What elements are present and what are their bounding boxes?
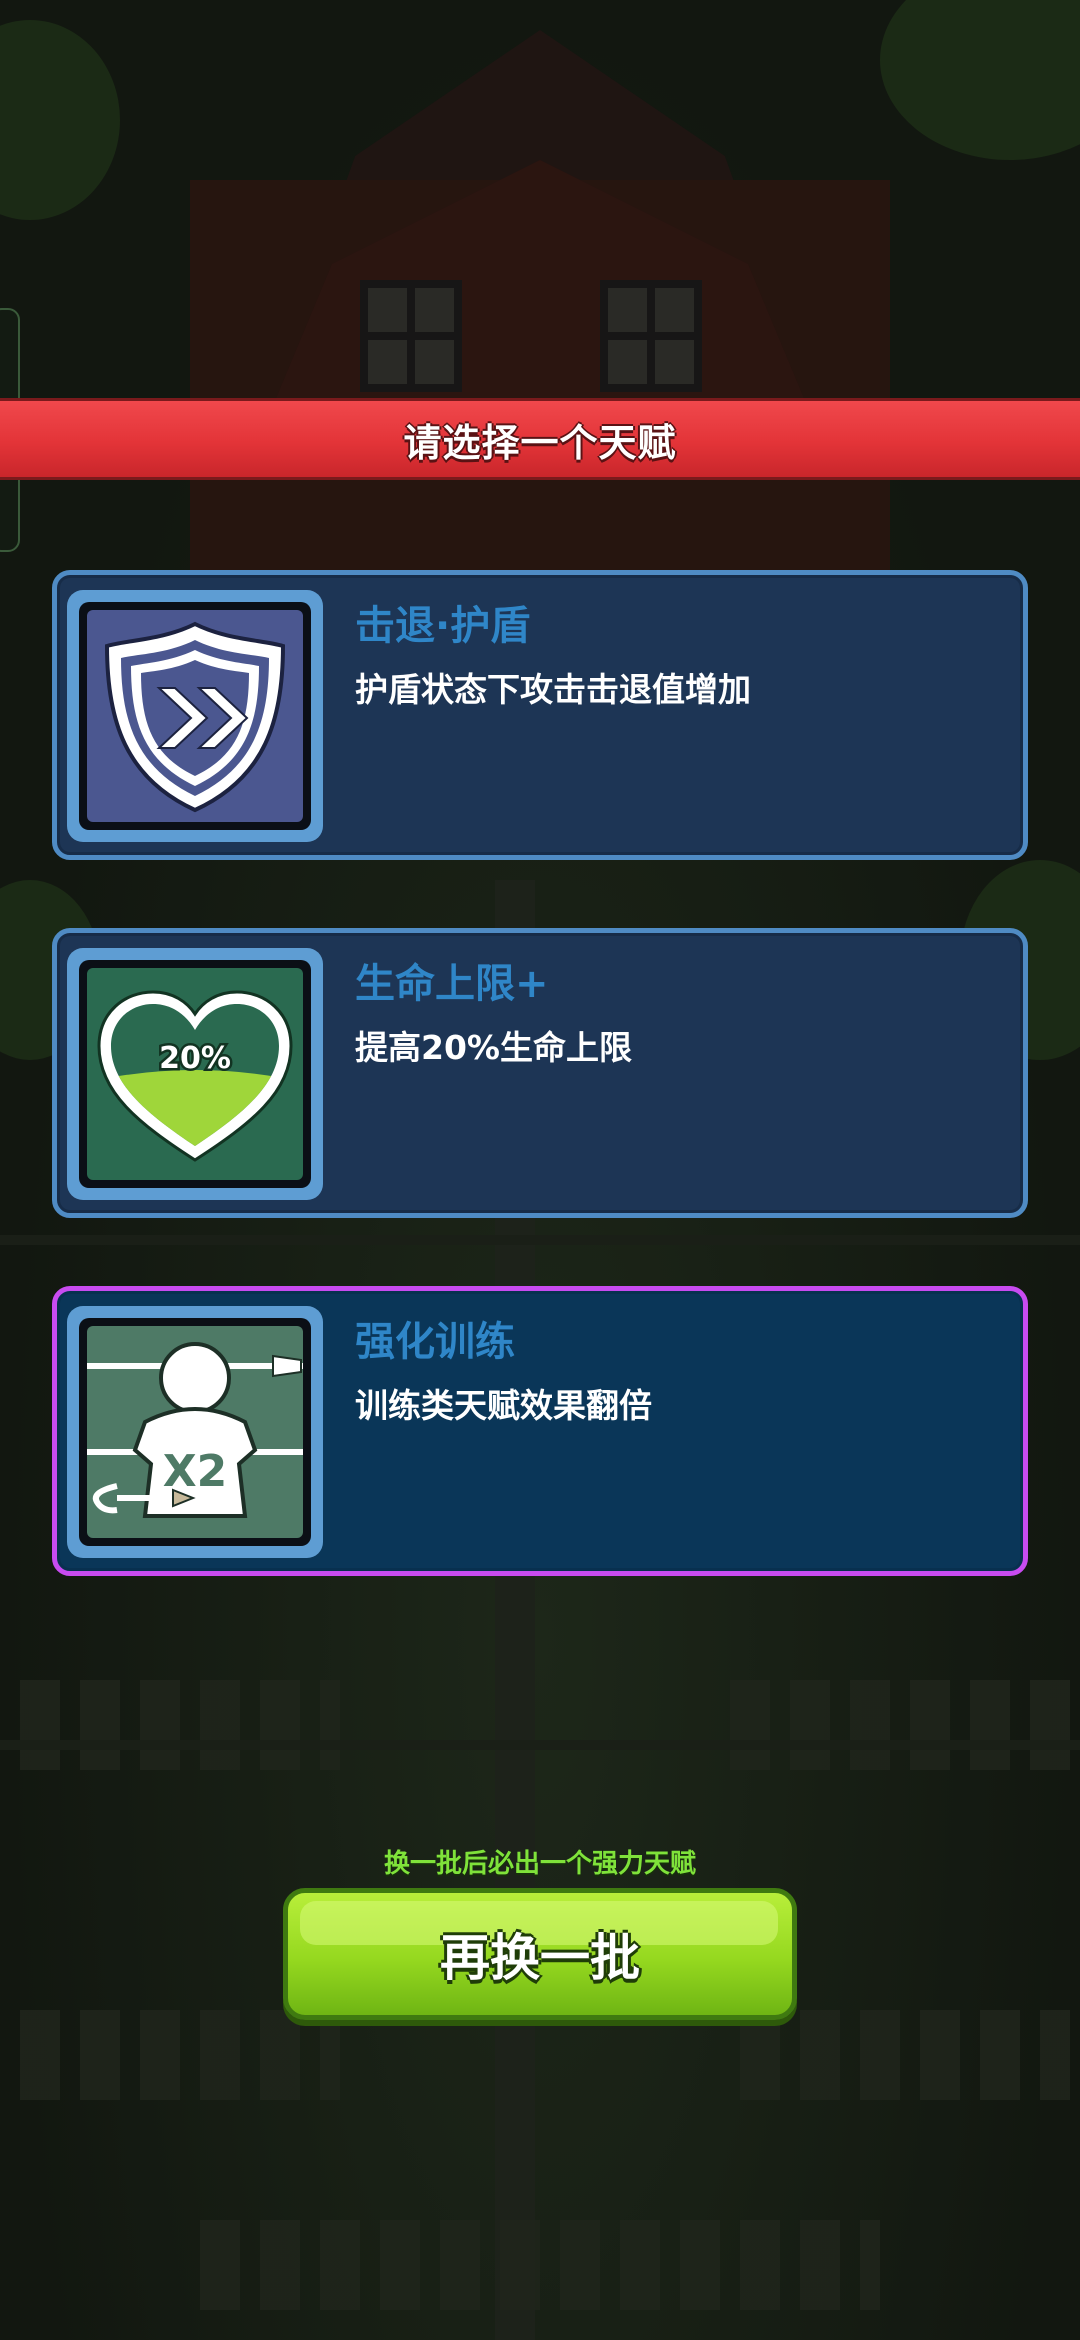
- title-banner: 请选择一个天赋: [0, 398, 1080, 480]
- background-fence: [200, 2220, 880, 2310]
- refresh-button-label: 再换一批: [440, 1929, 640, 1987]
- background-fence: [20, 1680, 340, 1770]
- heart-percent-label: 20%: [159, 1041, 231, 1076]
- talent-icon-frame: 20%: [67, 948, 323, 1200]
- talent-card-enhanced-training[interactable]: X2 强化训练 训练类天赋效果翻倍: [52, 1286, 1028, 1576]
- background-fence: [740, 2010, 1070, 2100]
- refresh-button[interactable]: 再换一批: [283, 1888, 797, 2020]
- background-fence: [730, 1680, 1070, 1770]
- fence-rail: [0, 1235, 1080, 1245]
- talent-description: 训练类天赋效果翻倍: [355, 1386, 652, 1425]
- talent-title: 击退·护盾: [355, 603, 531, 649]
- background-fence: [20, 2010, 340, 2100]
- refresh-hint: 换一批后必出一个强力天赋: [383, 1849, 696, 1879]
- talent-card-max-health[interactable]: 20% 生命上限+ 提高20%生命上限: [52, 928, 1028, 1218]
- barn-window-left: [360, 280, 462, 392]
- talent-icon-frame: [67, 590, 323, 842]
- fence-rail: [0, 1740, 1080, 1750]
- page-title: 请选择一个天赋: [403, 420, 677, 465]
- shield-double-chevron-icon: [87, 610, 303, 822]
- talent-card-knockback-shield[interactable]: 击退·护盾 护盾状态下攻击击退值增加: [52, 570, 1028, 860]
- heart-20-percent-icon: 20%: [87, 968, 303, 1180]
- talent-description: 提高20%生命上限: [355, 1028, 632, 1067]
- training-dummy-x2-icon: X2: [87, 1326, 303, 1538]
- talent-description: 护盾状态下攻击击退值增加: [355, 670, 751, 709]
- barn-window-right: [600, 280, 702, 392]
- talent-icon-frame: X2: [67, 1306, 323, 1558]
- talent-title: 强化训练: [355, 1319, 515, 1365]
- talent-title: 生命上限+: [355, 961, 549, 1007]
- game-screen: 请选择一个天赋 击退·护盾 护盾状态下攻击击退值增加 20% 生命上限+ 提高2…: [0, 0, 1080, 2340]
